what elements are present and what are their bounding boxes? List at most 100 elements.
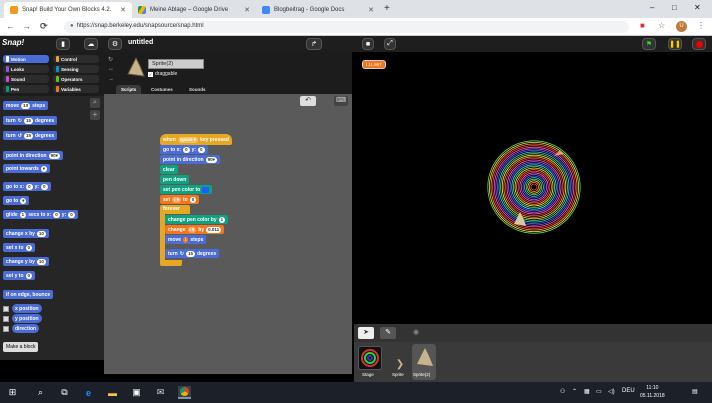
block-glide[interactable]: glide 1 secs to x: 0 y: 0 xyxy=(3,210,78,219)
script-point-in-direction[interactable]: point in direction 90▾ xyxy=(160,155,220,164)
script-go-to-xy[interactable]: go to x: 0 y: 0 xyxy=(160,145,208,154)
block-go-to[interactable]: go to ▾ xyxy=(3,196,30,205)
chrome-taskbar-icon[interactable] xyxy=(178,386,191,399)
forward-button[interactable]: → xyxy=(22,21,31,31)
palette-search-icon[interactable]: ⌕ xyxy=(90,98,100,108)
language-indicator[interactable]: DEU xyxy=(622,388,635,394)
variable-watcher-i[interactable]: i 11.967 xyxy=(362,60,386,69)
profile-avatar[interactable]: U xyxy=(676,21,687,32)
hat-when-key-pressed[interactable]: when space ▾ key pressed xyxy=(160,134,232,145)
block-point-towards[interactable]: point towards ▾ xyxy=(3,164,51,173)
palette-add-icon[interactable]: + xyxy=(90,110,100,120)
mail-icon[interactable]: ✉ xyxy=(154,386,167,399)
y-position-checkbox[interactable] xyxy=(3,316,9,322)
direction-checkbox[interactable] xyxy=(3,326,9,332)
file-menu-button[interactable]: ▮ xyxy=(56,38,70,50)
people-icon[interactable]: ⚇ xyxy=(560,388,565,395)
x-position-checkbox[interactable] xyxy=(3,306,9,312)
reload-button[interactable]: ⟳ xyxy=(40,21,48,32)
block-turn-right[interactable]: turn ↻ 15 degrees xyxy=(3,116,58,125)
new-tab-button[interactable]: + xyxy=(384,3,390,14)
sprite-thumbnail[interactable]: ❯ xyxy=(388,346,412,370)
category-control[interactable]: Control xyxy=(53,55,99,63)
network-icon[interactable]: ▦ xyxy=(584,388,590,395)
green-flag-button[interactable]: ⚑ xyxy=(642,38,656,50)
back-button[interactable]: ← xyxy=(6,21,15,31)
volume-icon[interactable]: ◁) xyxy=(608,388,615,395)
stage[interactable] xyxy=(354,52,712,324)
snap-logo[interactable]: Snap! xyxy=(2,38,24,47)
task-view-icon[interactable]: ⧉ xyxy=(58,386,71,399)
pause-button[interactable]: ❚❚ xyxy=(668,38,682,50)
script-change-var[interactable]: change i ▾ by 0.011 xyxy=(165,225,225,234)
reporter-y-position[interactable]: y position xyxy=(12,314,42,323)
add-turtle-sprite-button[interactable]: ➤ xyxy=(358,327,374,339)
tab-google-drive[interactable]: Meine Ablage – Google Drive ✕ xyxy=(132,2,256,18)
tab-sounds[interactable]: Sounds xyxy=(184,85,211,94)
paint-sprite-button[interactable]: ✎ xyxy=(380,327,396,339)
block-move[interactable]: move 10 steps xyxy=(3,101,49,110)
block-palette[interactable]: move 10 steps turn ↻ 15 degrees turn ↺ 15 degree… xyxy=(0,96,104,360)
draggable-checkbox[interactable]: ✓ xyxy=(148,71,153,77)
undo-button[interactable]: ↶ xyxy=(300,96,316,106)
block-change-x[interactable]: change x by 10 xyxy=(3,229,49,238)
category-pen[interactable]: Pen xyxy=(3,85,49,93)
stage-thumbnail[interactable] xyxy=(358,346,382,370)
browser-menu-icon[interactable]: ⋮ xyxy=(697,21,705,30)
script-pen-down[interactable]: pen down xyxy=(160,175,190,184)
minimize-button[interactable]: – xyxy=(650,3,654,12)
reporter-x-position[interactable]: x position xyxy=(12,304,42,313)
maximize-button[interactable]: □ xyxy=(672,3,677,12)
script-set-var[interactable]: set i ▾ to 0 xyxy=(160,195,200,204)
keyboard-entry-button[interactable]: ⌨ xyxy=(334,96,348,106)
make-a-block-button[interactable]: Make a block xyxy=(3,342,39,352)
script-clear[interactable]: clear xyxy=(160,165,178,174)
pen-color-swatch[interactable] xyxy=(202,186,210,193)
script-move[interactable]: move i steps xyxy=(165,235,207,244)
extension-icon[interactable]: ■ xyxy=(640,21,645,30)
system-clock[interactable]: 11:10 05.11.2018 xyxy=(640,384,665,400)
draggable-toggle[interactable]: ✓ draggable xyxy=(148,71,177,77)
cloud-button[interactable]: ☁ xyxy=(84,38,98,50)
settings-button[interactable]: ⚙ xyxy=(108,38,122,50)
star-icon[interactable]: ☆ xyxy=(658,21,665,30)
category-looks[interactable]: Looks xyxy=(3,65,49,73)
tray-chevron-icon[interactable]: ⌃ xyxy=(572,388,577,395)
tab-snap[interactable]: Snap! Build Your Own Blocks 4.2. ✕ xyxy=(4,2,132,18)
sprite-name-field[interactable]: Sprite(2) xyxy=(148,59,204,69)
normal-stage-button[interactable]: ■ xyxy=(362,38,374,50)
script-turn[interactable]: turn ↻ 15 degrees xyxy=(165,249,220,258)
scripts-area[interactable]: ↶ ⌨ when space ▾ key pressed go to x: 0 y: 0 … xyxy=(104,94,352,374)
block-turn-left[interactable]: turn ↺ 15 degrees xyxy=(3,131,58,140)
stop-button[interactable] xyxy=(692,38,706,50)
search-icon[interactable]: ⌕ xyxy=(34,386,47,399)
reporter-direction[interactable]: direction xyxy=(12,324,40,333)
notification-icon[interactable]: ▤ xyxy=(692,388,698,395)
block-set-y[interactable]: set y to 0 xyxy=(3,271,36,280)
presentation-button[interactable]: ⤢ xyxy=(384,38,396,50)
file-explorer-icon[interactable]: ▬ xyxy=(106,386,119,399)
camera-sprite-button[interactable]: ◉ xyxy=(410,327,422,339)
edge-browser-icon[interactable]: e xyxy=(82,386,95,399)
stage-size-toggle[interactable]: ↱ xyxy=(306,38,322,50)
block-go-to-xy[interactable]: go to x: 0 y: 0 xyxy=(3,182,51,191)
category-variables[interactable]: Variables xyxy=(53,85,99,93)
block-point-in-direction[interactable]: point in direction 90▾ xyxy=(3,151,63,160)
category-sensing[interactable]: Sensing xyxy=(53,65,99,73)
close-tab-icon[interactable]: ✕ xyxy=(244,6,250,14)
store-icon[interactable]: ▣ xyxy=(130,386,143,399)
block-change-y[interactable]: change y by 10 xyxy=(3,257,49,266)
script-set-pen-color[interactable]: set pen color to xyxy=(160,185,213,194)
tab-costumes[interactable]: Costumes xyxy=(146,85,178,94)
script-change-pen-color[interactable]: change pen color by 1 xyxy=(165,215,229,224)
battery-icon[interactable]: ▭ xyxy=(596,388,602,395)
close-tab-icon[interactable]: ✕ xyxy=(120,6,126,14)
windows-start-icon[interactable]: ⊞ xyxy=(6,386,19,399)
url-input[interactable]: ● https://snap.berkeley.edu/snapsource/sn… xyxy=(64,21,629,33)
rotation-flip-icon[interactable]: ↔ xyxy=(108,66,114,72)
rotation-none-icon[interactable]: → xyxy=(108,76,114,82)
close-tab-icon[interactable]: ✕ xyxy=(368,6,374,14)
category-sound[interactable]: Sound xyxy=(3,75,49,83)
block-bounce[interactable]: if on edge, bounce xyxy=(3,290,54,299)
close-window-button[interactable]: ✕ xyxy=(694,3,701,12)
